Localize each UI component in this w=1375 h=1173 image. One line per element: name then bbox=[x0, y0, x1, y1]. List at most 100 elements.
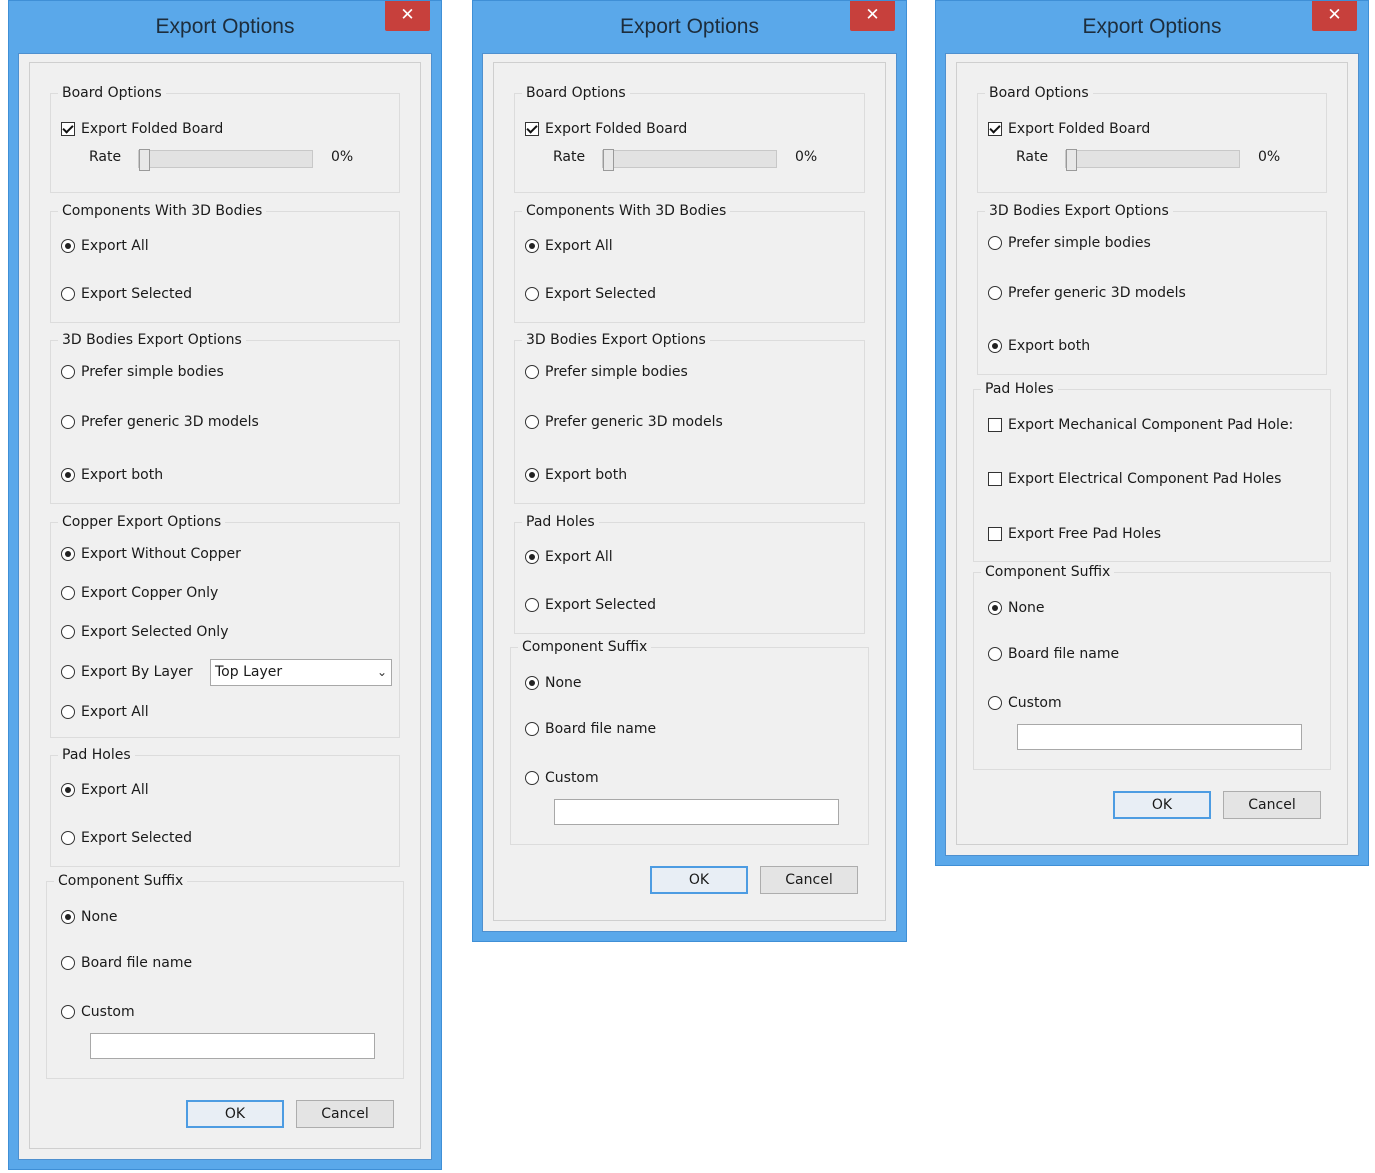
radio-button[interactable] bbox=[61, 1005, 75, 1019]
group-title: Board Options bbox=[58, 83, 166, 103]
radio-button[interactable] bbox=[61, 547, 75, 561]
radio-button[interactable] bbox=[61, 287, 75, 301]
radio-prefer-simple[interactable]: Prefer simple bodies bbox=[988, 233, 1151, 253]
radio-button[interactable] bbox=[525, 468, 539, 482]
slider-thumb[interactable] bbox=[1066, 149, 1077, 171]
checkbox-box[interactable] bbox=[988, 122, 1002, 136]
radio-button[interactable] bbox=[525, 550, 539, 564]
radio-prefer-generic[interactable]: Prefer generic 3D models bbox=[525, 412, 723, 432]
radio-copper-export-all[interactable]: Export All bbox=[61, 702, 149, 722]
group-title: Components With 3D Bodies bbox=[58, 201, 267, 221]
radio-suffix-custom[interactable]: Custom bbox=[61, 1002, 135, 1022]
radio-suffix-none[interactable]: None bbox=[525, 673, 582, 693]
slider-thumb[interactable] bbox=[603, 149, 614, 171]
radio-suffix-none[interactable]: None bbox=[61, 907, 118, 927]
close-button[interactable]: ✕ bbox=[1312, 1, 1357, 31]
radio-suffix-none[interactable]: None bbox=[988, 598, 1045, 618]
radio-export-both[interactable]: Export both bbox=[988, 336, 1090, 356]
radio-button[interactable] bbox=[988, 647, 1002, 661]
radio-button[interactable] bbox=[61, 625, 75, 639]
radio-label: Export By Layer bbox=[81, 664, 193, 680]
export-folded-board-checkbox[interactable]: Export Folded Board bbox=[61, 119, 223, 139]
radio-export-all[interactable]: Export All bbox=[61, 236, 149, 256]
radio-button[interactable] bbox=[61, 783, 75, 797]
radio-button[interactable] bbox=[61, 910, 75, 924]
export-folded-board-checkbox[interactable]: Export Folded Board bbox=[525, 119, 687, 139]
radio-button[interactable] bbox=[525, 598, 539, 612]
radio-button[interactable] bbox=[525, 722, 539, 736]
radio-pad-export-all[interactable]: Export All bbox=[61, 780, 149, 800]
group-title: 3D Bodies Export Options bbox=[522, 330, 710, 350]
radio-by-layer[interactable]: Export By Layer bbox=[61, 662, 193, 682]
cancel-button[interactable]: Cancel bbox=[296, 1100, 394, 1128]
rate-slider[interactable] bbox=[1065, 149, 1240, 171]
radio-button[interactable] bbox=[525, 365, 539, 379]
checkbox-box[interactable] bbox=[988, 527, 1002, 541]
radio-suffix-custom[interactable]: Custom bbox=[525, 768, 599, 788]
radio-export-selected[interactable]: Export Selected bbox=[525, 284, 656, 304]
radio-button[interactable] bbox=[61, 365, 75, 379]
checkbox-mechanical-pad-holes[interactable]: Export Mechanical Component Pad Hole: bbox=[988, 415, 1293, 435]
radio-pad-export-all[interactable]: Export All bbox=[525, 547, 613, 567]
radio-button[interactable] bbox=[988, 236, 1002, 250]
radio-pad-export-selected[interactable]: Export Selected bbox=[61, 828, 192, 848]
radio-button[interactable] bbox=[61, 239, 75, 253]
group-title: Board Options bbox=[522, 83, 630, 103]
radio-button[interactable] bbox=[988, 696, 1002, 710]
radio-button[interactable] bbox=[525, 287, 539, 301]
radio-label: Export Selected bbox=[545, 597, 656, 613]
radio-prefer-simple[interactable]: Prefer simple bodies bbox=[525, 362, 688, 382]
radio-button[interactable] bbox=[61, 705, 75, 719]
checkbox-box[interactable] bbox=[525, 122, 539, 136]
radio-button[interactable] bbox=[525, 676, 539, 690]
close-button[interactable]: ✕ bbox=[385, 1, 430, 31]
close-button[interactable]: ✕ bbox=[850, 1, 895, 31]
radio-button[interactable] bbox=[525, 239, 539, 253]
custom-suffix-input[interactable] bbox=[1017, 724, 1302, 750]
slider-thumb[interactable] bbox=[139, 149, 150, 171]
ok-button[interactable]: OK bbox=[1113, 791, 1211, 819]
radio-prefer-simple[interactable]: Prefer simple bodies bbox=[61, 362, 224, 382]
radio-export-both[interactable]: Export both bbox=[525, 465, 627, 485]
ok-button[interactable]: OK bbox=[186, 1100, 284, 1128]
radio-button[interactable] bbox=[61, 831, 75, 845]
layer-select[interactable]: Top Layer ⌄ bbox=[210, 659, 392, 686]
checkbox-box[interactable] bbox=[988, 418, 1002, 432]
bodies-export-group: 3D Bodies Export Options Prefer simple b… bbox=[977, 201, 1327, 375]
radio-button[interactable] bbox=[988, 601, 1002, 615]
cancel-button[interactable]: Cancel bbox=[760, 866, 858, 894]
radio-button[interactable] bbox=[525, 415, 539, 429]
rate-slider[interactable] bbox=[602, 149, 777, 171]
radio-button[interactable] bbox=[61, 665, 75, 679]
radio-suffix-board-file-name[interactable]: Board file name bbox=[61, 953, 192, 973]
checkbox-free-pad-holes[interactable]: Export Free Pad Holes bbox=[988, 524, 1161, 544]
radio-suffix-board-file-name[interactable]: Board file name bbox=[525, 719, 656, 739]
radio-button[interactable] bbox=[61, 956, 75, 970]
custom-suffix-input[interactable] bbox=[554, 799, 839, 825]
radio-export-both[interactable]: Export both bbox=[61, 465, 163, 485]
checkbox-box[interactable] bbox=[61, 122, 75, 136]
radio-button[interactable] bbox=[61, 586, 75, 600]
radio-prefer-generic[interactable]: Prefer generic 3D models bbox=[988, 283, 1186, 303]
ok-button[interactable]: OK bbox=[650, 866, 748, 894]
checkbox-electrical-pad-holes[interactable]: Export Electrical Component Pad Holes bbox=[988, 469, 1281, 489]
radio-prefer-generic[interactable]: Prefer generic 3D models bbox=[61, 412, 259, 432]
radio-selected-only[interactable]: Export Selected Only bbox=[61, 622, 229, 642]
radio-suffix-custom[interactable]: Custom bbox=[988, 693, 1062, 713]
radio-button[interactable] bbox=[61, 415, 75, 429]
radio-copper-only[interactable]: Export Copper Only bbox=[61, 583, 218, 603]
radio-pad-export-selected[interactable]: Export Selected bbox=[525, 595, 656, 615]
radio-suffix-board-file-name[interactable]: Board file name bbox=[988, 644, 1119, 664]
radio-button[interactable] bbox=[61, 468, 75, 482]
radio-without-copper[interactable]: Export Without Copper bbox=[61, 544, 241, 564]
radio-export-selected[interactable]: Export Selected bbox=[61, 284, 192, 304]
custom-suffix-input[interactable] bbox=[90, 1033, 375, 1059]
radio-export-all[interactable]: Export All bbox=[525, 236, 613, 256]
rate-slider[interactable] bbox=[138, 149, 313, 171]
radio-button[interactable] bbox=[525, 771, 539, 785]
radio-button[interactable] bbox=[988, 339, 1002, 353]
checkbox-box[interactable] bbox=[988, 472, 1002, 486]
cancel-button[interactable]: Cancel bbox=[1223, 791, 1321, 819]
radio-button[interactable] bbox=[988, 286, 1002, 300]
export-folded-board-checkbox[interactable]: Export Folded Board bbox=[988, 119, 1150, 139]
